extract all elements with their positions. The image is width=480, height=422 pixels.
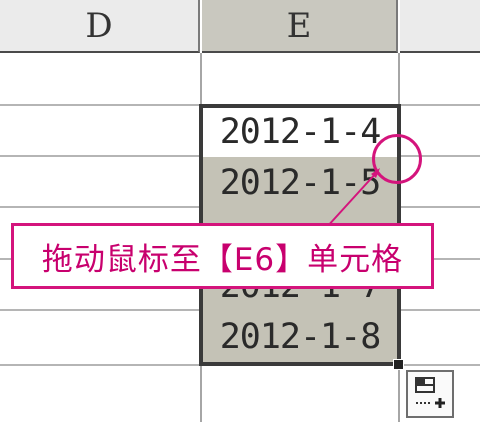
- gridline-horizontal: [0, 364, 480, 366]
- cell-e4[interactable]: 2012-1-4: [202, 106, 398, 157]
- spreadsheet-grid: D E 2012-1-4 2012-1-5 2012-1-7 2012-1-8: [0, 0, 480, 422]
- fill-handle[interactable]: [393, 359, 404, 370]
- column-header-e[interactable]: E: [202, 0, 398, 53]
- column-header-d[interactable]: D: [0, 0, 200, 53]
- callout-text: 拖动鼠标至【E6】单元格: [41, 241, 404, 278]
- auto-fill-options-icon: [415, 377, 445, 408]
- cell-e5[interactable]: 2012-1-5: [202, 157, 398, 208]
- instruction-callout: 拖动鼠标至【E6】单元格: [11, 223, 434, 289]
- cursor-highlight-circle: [372, 134, 422, 184]
- auto-fill-options-button[interactable]: [406, 370, 454, 418]
- cell-e8[interactable]: 2012-1-8: [202, 311, 398, 362]
- column-header-f[interactable]: [400, 0, 480, 53]
